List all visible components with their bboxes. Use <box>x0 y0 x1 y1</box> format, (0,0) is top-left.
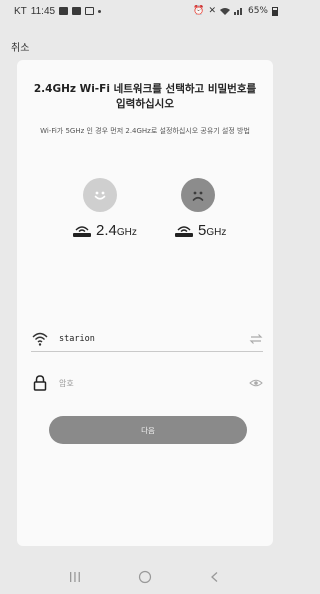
lock-icon <box>33 375 47 391</box>
back-button[interactable] <box>202 568 228 586</box>
band-unit: GHz <box>116 227 137 238</box>
wifi-status-icon <box>219 8 230 15</box>
ssid-value: starion <box>59 333 95 344</box>
next-button[interactable]: 다음 <box>49 416 247 444</box>
page-title: 2.4GHz Wi-Fi 네트워크를 선택하고 비밀번호를 입력하십시오 <box>33 83 257 110</box>
page-subtitle: Wi-Fi가 5GHz 인 경우 먼저 2.4GHz로 설정하십시오 공유기 설… <box>40 127 250 135</box>
status-left: KT 11:45 <box>14 5 102 17</box>
battery-icon <box>272 6 278 16</box>
alarm-icon: ⏰ <box>193 6 205 16</box>
wifi-icon <box>32 332 48 346</box>
router-icon <box>73 226 91 237</box>
switch-network-icon[interactable] <box>249 332 263 346</box>
password-input[interactable] <box>59 378 249 388</box>
recent-apps-icon <box>70 572 80 582</box>
band-main: 2.4 <box>96 222 117 239</box>
notification-icon <box>59 7 69 15</box>
cancel-button[interactable]: 취소 <box>11 39 29 54</box>
battery-percent: 65% <box>247 6 268 16</box>
status-right: ⏰ ✕ 65% <box>193 6 278 16</box>
home-button[interactable] <box>132 568 158 586</box>
status-time: 11:45 <box>30 5 56 17</box>
back-icon <box>211 572 218 582</box>
more-notifications-icon <box>98 9 102 13</box>
eye-icon[interactable] <box>249 376 263 390</box>
ssid-field[interactable]: starion <box>31 326 263 352</box>
band-2-4ghz[interactable]: 2.4GHz <box>72 222 137 240</box>
mute-icon: ✕ <box>208 6 216 16</box>
smile-icon <box>83 178 117 212</box>
gallery-icon <box>85 7 95 15</box>
sad-icon <box>181 178 215 212</box>
home-icon <box>138 570 152 584</box>
band-5ghz[interactable]: 5GHz <box>174 222 226 240</box>
status-bar: KT 11:45 ⏰ ✕ 65% <box>0 0 290 22</box>
password-field[interactable] <box>31 370 263 396</box>
router-icon <box>175 226 193 237</box>
band-label: 5GHz <box>198 222 226 240</box>
navigation-bar <box>0 560 290 594</box>
wifi-setup-card: 2.4GHz Wi-Fi 네트워크를 선택하고 비밀번호를 입력하십시오 Wi-… <box>17 60 273 546</box>
message-icon <box>72 7 82 15</box>
carrier-label: KT <box>14 5 27 17</box>
band-label: 2.4GHz <box>96 222 137 240</box>
band-unit: GHz <box>206 227 227 238</box>
signal-icon <box>233 8 242 15</box>
recent-apps-button[interactable] <box>62 568 88 586</box>
